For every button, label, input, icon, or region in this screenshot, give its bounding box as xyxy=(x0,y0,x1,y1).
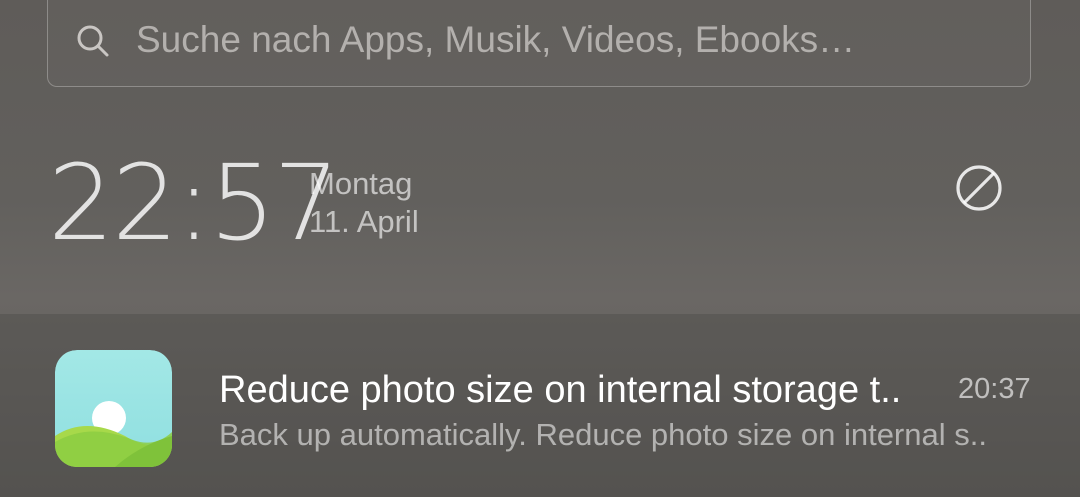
clock-time: 22:57 xyxy=(48,142,340,264)
clock-day: Montag xyxy=(309,166,413,201)
do-not-disturb-icon[interactable] xyxy=(954,163,1004,213)
gallery-icon[interactable] xyxy=(55,350,172,467)
notification-title: Reduce photo size on internal storage t.… xyxy=(219,369,902,411)
search-icon xyxy=(77,25,109,57)
search-input[interactable] xyxy=(136,16,996,64)
notification-time: 20:37 xyxy=(958,373,1031,405)
notification-text: Back up automatically. Reduce photo size… xyxy=(219,417,987,452)
clock-date: 11. April xyxy=(309,204,419,239)
